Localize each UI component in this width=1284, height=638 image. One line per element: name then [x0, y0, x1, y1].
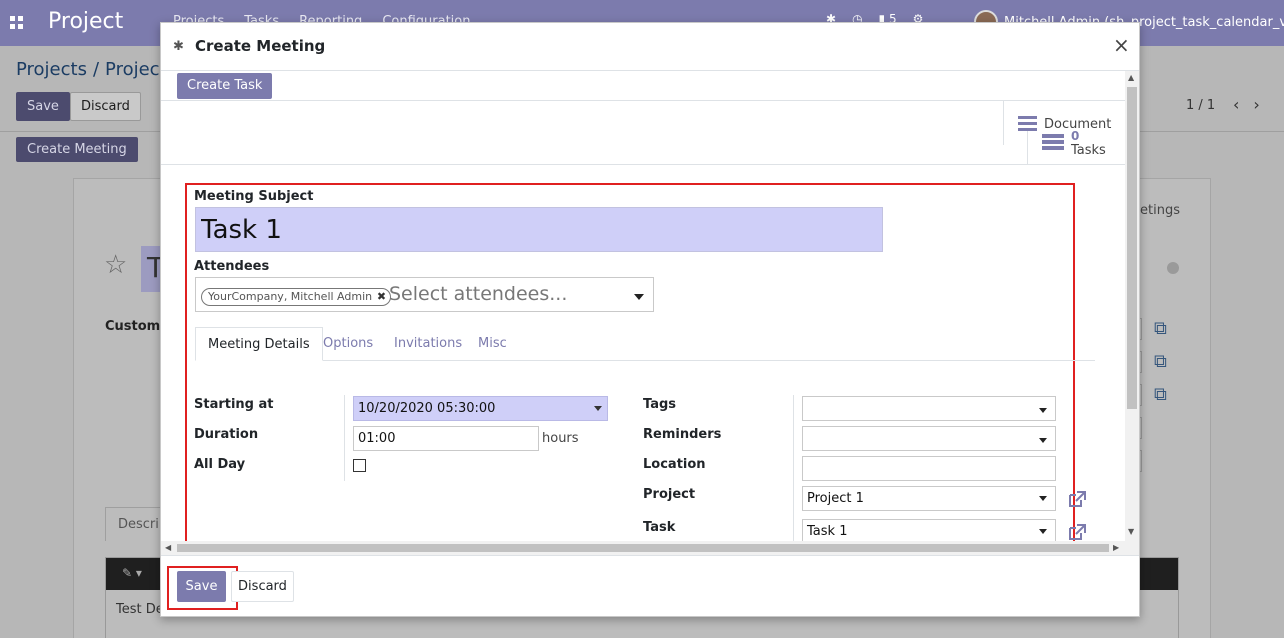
chevron-down-icon[interactable]	[594, 406, 602, 411]
scroll-down-icon[interactable]: ▼	[1128, 527, 1134, 536]
breadcrumb: Projects / Project	[16, 59, 167, 80]
tags-input[interactable]	[802, 396, 1056, 421]
tab-meeting-details[interactable]: Meeting Details	[195, 327, 323, 361]
star-icon[interactable]: ☆	[104, 250, 127, 280]
smart-button-tasks[interactable]: 0 Tasks	[1027, 129, 1125, 165]
pager-value: 1 / 1	[1186, 98, 1216, 113]
smart-tasks-label: Tasks	[1071, 143, 1106, 158]
attendee-tag: YourCompany, Mitchell Admin ✖	[201, 288, 392, 306]
breadcrumb-projects[interactable]: Projects	[16, 59, 87, 80]
duration-input[interactable]: 01:00	[353, 426, 539, 451]
tab-misc[interactable]: Misc	[466, 327, 519, 361]
tab-options[interactable]: Options	[311, 327, 385, 361]
chevron-down-icon[interactable]	[1039, 438, 1047, 443]
meeting-form-highlight: Meeting Subject Attendees YourCompany, M…	[185, 183, 1095, 555]
column-divider	[793, 395, 794, 555]
app-brand[interactable]: Project	[48, 9, 123, 34]
chevron-down-icon[interactable]	[1039, 529, 1047, 534]
list-icon	[1018, 116, 1037, 132]
magic-wand-icon[interactable]: ✎ ▾	[122, 566, 142, 580]
chevron-right-icon[interactable]: ›	[1253, 95, 1273, 114]
meeting-tabs: Meeting Details Options Invitations Misc	[195, 327, 1095, 361]
reminders-input[interactable]	[802, 426, 1056, 451]
location-input[interactable]	[802, 456, 1056, 481]
project-label: Project	[643, 487, 696, 502]
close-icon[interactable]: ×	[1113, 33, 1130, 57]
bg-discard-button[interactable]: Discard	[70, 92, 141, 121]
debug-icon[interactable]: ✱	[173, 39, 184, 54]
save-button[interactable]: Save	[177, 571, 226, 602]
starting-at-input[interactable]: 10/20/2020 05:30:00	[353, 396, 608, 421]
horizontal-scrollbar[interactable]: ◀ ▶	[161, 541, 1139, 555]
apps-menu-icon[interactable]	[10, 16, 23, 29]
meeting-subject-input[interactable]	[195, 207, 883, 252]
external-link-icon[interactable]	[1067, 523, 1087, 541]
chevron-down-icon[interactable]	[1039, 408, 1047, 413]
status-dot[interactable]	[1167, 262, 1179, 274]
dialog-body: Create Task Document 0 Tasks Meeting Sub…	[161, 71, 1139, 555]
external-link-icon[interactable]	[1067, 490, 1087, 508]
duration-value: 01:00	[358, 431, 396, 446]
all-day-checkbox[interactable]	[353, 459, 366, 472]
smart-button-box: Document 0 Tasks	[161, 101, 1125, 165]
reminders-label: Reminders	[643, 427, 722, 442]
meeting-subject-label: Meeting Subject	[194, 189, 314, 204]
remove-tag-icon[interactable]: ✖	[377, 289, 386, 305]
attendees-label: Attendees	[194, 259, 270, 274]
scroll-left-icon[interactable]: ◀	[165, 543, 171, 552]
breadcrumb-separator: /	[92, 59, 100, 80]
scroll-thumb[interactable]	[1127, 87, 1137, 409]
tab-invitations[interactable]: Invitations	[382, 327, 474, 361]
tasks-count: 0	[1071, 129, 1080, 143]
column-divider	[344, 395, 345, 481]
create-task-button[interactable]: Create Task	[177, 73, 273, 99]
chevron-down-icon[interactable]	[634, 294, 644, 300]
attendees-placeholder: Select attendees...	[389, 283, 568, 305]
starting-at-label: Starting at	[194, 397, 274, 412]
tags-label: Tags	[643, 397, 677, 412]
tasks-icon	[1042, 134, 1064, 152]
pager-arrows[interactable]: ‹›	[1233, 95, 1274, 114]
external-link-icon[interactable]: ⧉	[1154, 318, 1167, 339]
dialog-header: ✱ Create Meeting ×	[161, 23, 1139, 71]
chevron-down-icon[interactable]	[1039, 496, 1047, 501]
dialog-title: Create Meeting	[195, 37, 326, 55]
starting-at-value: 10/20/2020 05:30:00	[358, 401, 496, 416]
project-select[interactable]: Project 1	[802, 486, 1056, 511]
discard-button[interactable]: Discard	[231, 571, 294, 602]
project-value: Project 1	[807, 491, 864, 506]
dialog-footer: Save Discard	[161, 555, 1139, 617]
bg-create-meeting-button[interactable]: Create Meeting	[16, 137, 138, 162]
scroll-right-icon[interactable]: ▶	[1113, 543, 1119, 552]
duration-unit: hours	[542, 431, 579, 446]
form-statusbar: Create Task	[161, 71, 1125, 101]
all-day-label: All Day	[194, 457, 246, 472]
task-value: Task 1	[807, 524, 848, 539]
create-meeting-dialog: ✱ Create Meeting × Create Task Document …	[160, 22, 1140, 617]
task-label: Task	[643, 520, 676, 535]
external-link-icon[interactable]: ⧉	[1154, 351, 1167, 372]
attendees-input[interactable]: YourCompany, Mitchell Admin ✖ Select att…	[195, 277, 654, 312]
scroll-thumb[interactable]	[177, 544, 1109, 552]
scroll-up-icon[interactable]: ▲	[1128, 73, 1134, 82]
bg-save-button[interactable]: Save	[16, 92, 70, 121]
meetings-tab[interactable]: etings	[1140, 203, 1180, 218]
chevron-left-icon[interactable]: ‹	[1233, 95, 1253, 114]
description-tab[interactable]: Descrip	[105, 507, 167, 541]
vertical-scrollbar[interactable]: ▲ ▼	[1125, 71, 1139, 541]
attendee-tag-label: YourCompany, Mitchell Admin	[208, 290, 373, 303]
breadcrumb-project[interactable]: Project	[105, 59, 167, 80]
duration-label: Duration	[194, 427, 259, 442]
location-label: Location	[643, 457, 706, 472]
external-link-icon[interactable]: ⧉	[1154, 384, 1167, 405]
